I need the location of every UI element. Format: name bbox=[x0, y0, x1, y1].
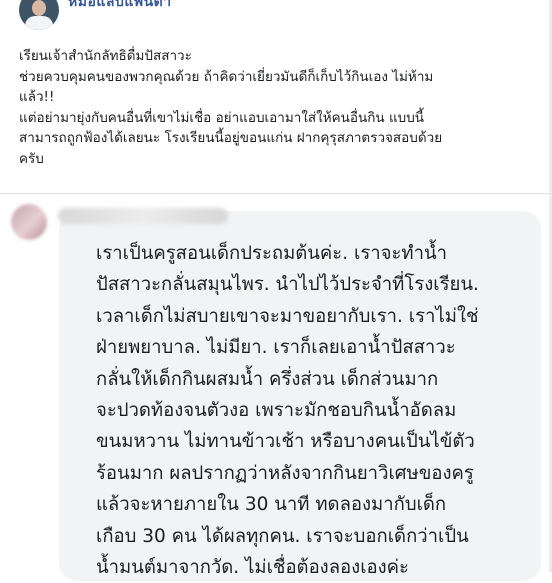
comment-line: ฝ่ายพยาบาล. ไม่มียา. เราก็เลยเอาน้ำปัสสา… bbox=[96, 337, 456, 359]
avatar-face bbox=[32, 0, 46, 16]
author-avatar[interactable] bbox=[19, 0, 59, 30]
commenter-name-blurred[interactable] bbox=[58, 208, 228, 224]
post-line: เรียนเจ้าสำนักลัทธิดื่มปัสสาวะ bbox=[19, 48, 192, 64]
commenter-avatar-blurred[interactable] bbox=[11, 204, 47, 240]
post-line: ช่วยควบคุมคนของพวกคุณด้วย ถ้าคิดว่าเยี่ย… bbox=[19, 68, 434, 85]
author-name[interactable]: หมอแล็บแพนด้า bbox=[68, 0, 172, 13]
post-text: เรียนเจ้าสำนักลัทธิดื่มปัสสาวะ ช่วยควบคุ… bbox=[19, 46, 547, 169]
comment-line: จะปวดท้องจนตัวงอ เพราะมักชอบกินน้ำอัดลม bbox=[96, 399, 457, 421]
post-line: แต่อย่ามายุ่งกับคนอื่นที่เขาไม่เชื่อ อย่… bbox=[19, 109, 425, 126]
comment-line: แล้วจะหายภายใน 30 นาที ทดลองมากับเด็ก bbox=[96, 494, 447, 516]
post-line: แล้ว!! bbox=[19, 89, 55, 105]
comment-line: เวลาเด็กไม่สบายเขาจะมาขอยากับเรา. เราไม่… bbox=[96, 305, 479, 327]
comment-line: น้ำมนต์มาจากวัด. ไม่เชื่อต้องลองเองค่ะ bbox=[96, 556, 409, 578]
comment-text: เราเป็นครูสอนเด็กประถมต้นค่ะ. เราจะทำน้ำ… bbox=[96, 238, 536, 583]
comment-line: ร้อนมาก ผลปรากฏว่าหลังจากกินยาวิเศษของคร… bbox=[96, 462, 474, 484]
post-header: หมอแล็บแพนด้า bbox=[0, 0, 552, 40]
avatar-shirt bbox=[25, 16, 53, 30]
post-line: ครับ bbox=[19, 150, 44, 167]
comment-line: กลั่นให้เด็กกินผสมน้ำ ครึ่งส่วน เด็กส่วน… bbox=[96, 368, 439, 390]
comment-line: ปัสสาวะกลั่นสมุนไพร. นำไปไว้ประจำที่โรงเ… bbox=[96, 274, 479, 296]
post-line: สามารถถูกฟ้องได้เลยนะ โรงเรียนนี้อยู่ขอน… bbox=[19, 130, 443, 146]
comment-line: เราเป็นครูสอนเด็กประถมต้นค่ะ. เราจะทำน้ำ bbox=[96, 243, 448, 264]
comment-line: เกือบ 30 คน ได้ผลทุกคน. เราจะบอกเด็กว่าเ… bbox=[96, 525, 469, 547]
divider bbox=[0, 193, 552, 194]
comment-line: ขนมหวาน ไม่ทานข้าวเช้า หรือบางคนเป็นไข้ต… bbox=[96, 431, 475, 453]
